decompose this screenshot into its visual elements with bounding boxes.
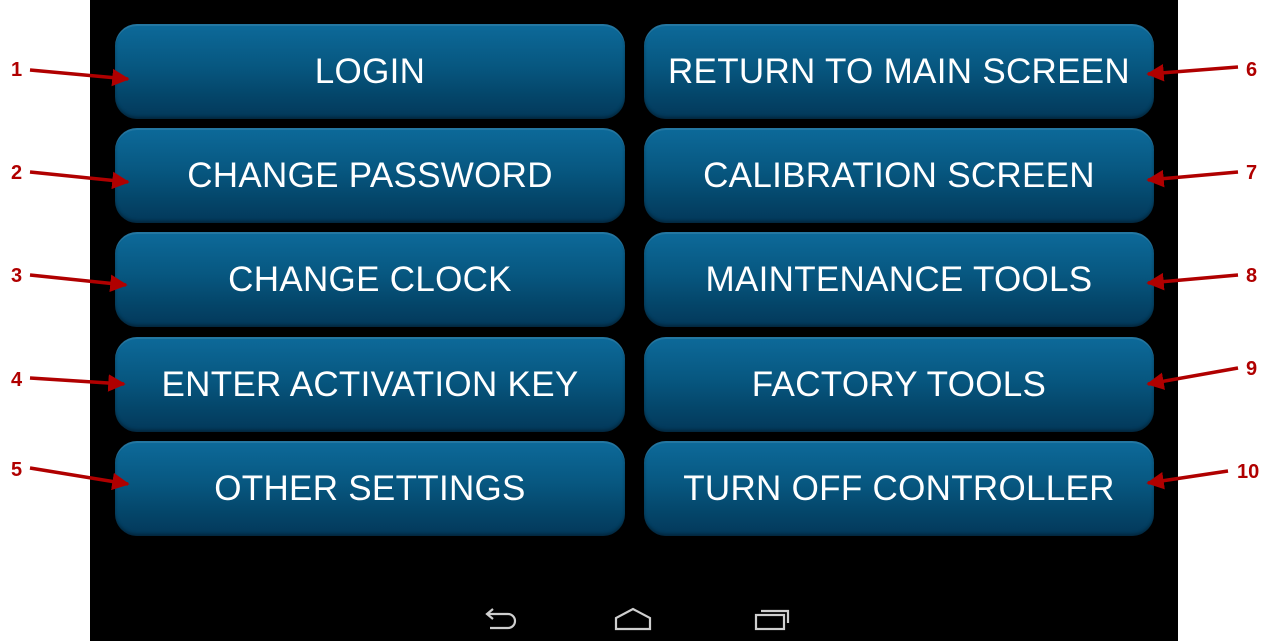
callout-arrow-6 <box>1146 64 1239 82</box>
callout-arrow-3 <box>29 273 128 293</box>
callout-arrow-1 <box>29 68 130 87</box>
callout-arrow-7 <box>1146 169 1239 188</box>
callout-arrow-8 <box>1146 272 1239 291</box>
callout-arrows <box>29 64 1239 491</box>
callout-arrow-4 <box>29 374 126 392</box>
callout-arrow-9 <box>1146 366 1239 390</box>
callout-arrow-5 <box>29 466 130 491</box>
callout-arrow-10 <box>1146 469 1229 490</box>
callout-arrow-2 <box>29 170 130 190</box>
